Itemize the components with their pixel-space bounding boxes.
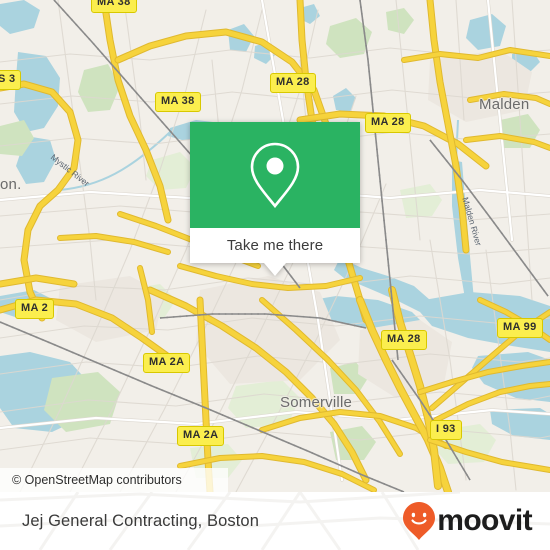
location-pin-icon: [250, 142, 300, 209]
location-callout-card[interactable]: Take me there: [190, 122, 360, 276]
callout-pin-panel: [190, 122, 360, 228]
osm-attribution[interactable]: © OpenStreetMap contributors: [0, 468, 228, 492]
moovit-wordmark: moovit: [437, 504, 532, 537]
take-me-there-label: Take me there: [226, 237, 324, 254]
moovit-map-screenshot: .w { fill:#aad3df; } .pk { fill:#cfe3bf;…: [0, 0, 550, 550]
footer-bar: Jej General Contracting, Boston moovit: [0, 492, 550, 550]
callout-action-panel[interactable]: Take me there: [190, 228, 360, 263]
moovit-brand[interactable]: moovit: [402, 501, 533, 541]
map-canvas[interactable]: .w { fill:#aad3df; } .pk { fill:#cfe3bf;…: [0, 0, 550, 492]
osm-attribution-text: © OpenStreetMap contributors: [12, 473, 182, 487]
page-title: Jej General Contracting, Boston: [22, 511, 259, 530]
moovit-smiley-pin-icon: [403, 502, 436, 540]
callout-tail-pointer: [264, 263, 286, 276]
